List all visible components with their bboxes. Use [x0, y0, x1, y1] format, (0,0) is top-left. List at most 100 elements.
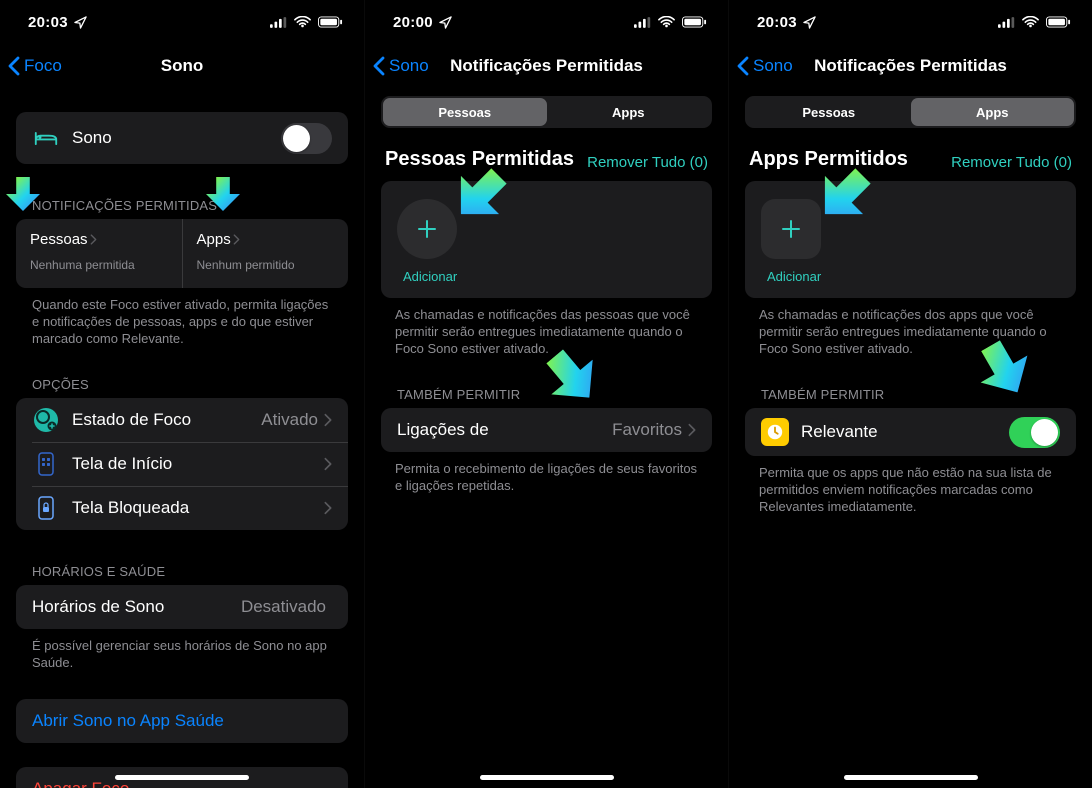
- delete-focus-label: Apagar Foco: [32, 779, 332, 788]
- apps-footer: As chamadas e notificações dos apps que …: [729, 298, 1092, 357]
- home-indicator[interactable]: [844, 775, 978, 780]
- option-lock-screen[interactable]: Tela Bloqueada: [16, 486, 348, 530]
- sleep-schedule-label: Horários de Sono: [32, 597, 241, 617]
- option-focus-status-label: Estado de Foco: [72, 410, 261, 430]
- time-sensitive-icon: [761, 418, 789, 446]
- cellular-icon: [998, 17, 1016, 28]
- section-title: Apps Permitidos: [749, 148, 908, 171]
- cellular-icon: [634, 17, 652, 28]
- wifi-icon: [294, 16, 311, 28]
- battery-icon: [317, 16, 344, 28]
- location-icon: [74, 16, 87, 29]
- screen-sono: 20:03 Foco Sono Sono: [0, 0, 364, 788]
- section-header-schedule: HORÁRIOS E SAÚDE: [0, 558, 364, 585]
- chevron-left-icon: [737, 56, 749, 76]
- wifi-icon: [1022, 16, 1039, 28]
- add-person-button[interactable]: [397, 199, 457, 259]
- segment-people[interactable]: Pessoas: [747, 98, 911, 126]
- allowed-people-subtitle: Nenhuma permitida: [30, 258, 168, 272]
- nav-bar: Foco Sono: [0, 44, 364, 88]
- time-sensitive-label: Relevante: [801, 422, 1009, 442]
- allowed-people-card: Adicionar: [381, 181, 712, 298]
- allowed-apps-card: Adicionar: [745, 181, 1076, 298]
- home-screen-icon: [32, 450, 60, 478]
- option-home-screen[interactable]: Tela de Início: [16, 442, 348, 486]
- back-label: Sono: [753, 56, 793, 76]
- segment-people-label: Pessoas: [438, 105, 491, 120]
- allowed-apps-subtitle: Nenhum permitido: [197, 258, 335, 272]
- back-label: Sono: [389, 56, 429, 76]
- sleep-schedule-row[interactable]: Horários de Sono Desativado: [16, 585, 348, 629]
- plus-icon: [780, 218, 802, 240]
- schedule-footer: É possível gerenciar seus horários de So…: [0, 629, 364, 671]
- status-bar: 20:00: [365, 0, 728, 44]
- battery-icon: [1045, 16, 1072, 28]
- status-time: 20:03: [757, 14, 797, 31]
- back-button[interactable]: Foco: [0, 56, 62, 76]
- focus-name: Sono: [72, 128, 281, 148]
- home-indicator[interactable]: [115, 775, 249, 780]
- segment-people[interactable]: Pessoas: [383, 98, 547, 126]
- status-time: 20:03: [28, 14, 68, 31]
- section-header-also-allow: TAMBÉM PERMITIR: [365, 381, 728, 408]
- status-icons: [998, 16, 1072, 28]
- option-lock-screen-label: Tela Bloqueada: [72, 498, 324, 518]
- focus-toggle-row[interactable]: Sono: [16, 112, 348, 164]
- time-sensitive-footer: Permita que os apps que não estão na sua…: [729, 456, 1092, 515]
- chevron-right-icon: [688, 423, 696, 437]
- section-header-notifications: NOTIFICAÇÕES PERMITIDAS: [0, 192, 364, 219]
- segmented-control: Pessoas Apps: [381, 96, 712, 128]
- focus-toggle[interactable]: [281, 123, 332, 154]
- option-focus-status-value: Ativado: [261, 410, 318, 430]
- focus-status-icon: [32, 406, 60, 434]
- remove-all-button[interactable]: Remover Tudo (0): [587, 154, 708, 171]
- home-indicator[interactable]: [480, 775, 614, 780]
- calls-from-value: Favoritos: [612, 420, 682, 440]
- plus-icon: [416, 218, 438, 240]
- segment-apps[interactable]: Apps: [911, 98, 1075, 126]
- notifications-footer: Quando este Foco estiver ativado, permit…: [0, 288, 364, 347]
- open-health-button[interactable]: Abrir Sono no App Saúde: [16, 699, 348, 743]
- location-icon: [439, 16, 452, 29]
- chevron-right-icon: [90, 234, 97, 245]
- location-icon: [803, 16, 816, 29]
- segment-apps[interactable]: Apps: [547, 98, 711, 126]
- section-header-options: OPÇÕES: [0, 371, 364, 398]
- section-header-also-allow: TAMBÉM PERMITIR: [729, 381, 1092, 408]
- time-sensitive-row[interactable]: Relevante: [745, 408, 1076, 456]
- battery-icon: [681, 16, 708, 28]
- open-health-label: Abrir Sono no App Saúde: [32, 711, 332, 731]
- nav-bar: Sono Notificações Permitidas: [729, 44, 1092, 88]
- time-sensitive-toggle[interactable]: [1009, 417, 1060, 448]
- chevron-right-icon: [233, 234, 240, 245]
- back-button[interactable]: Sono: [729, 56, 793, 76]
- people-footer: As chamadas e notificações das pessoas q…: [365, 298, 728, 357]
- segment-people-label: Pessoas: [802, 105, 855, 120]
- status-icons: [270, 16, 344, 28]
- back-label: Foco: [24, 56, 62, 76]
- bed-icon: [32, 124, 60, 152]
- section-title: Pessoas Permitidas: [385, 148, 574, 171]
- add-app-button[interactable]: [761, 199, 821, 259]
- chevron-left-icon: [8, 56, 20, 76]
- chevron-right-icon: [324, 413, 332, 427]
- allowed-people-label: Pessoas: [30, 231, 88, 248]
- status-icons: [634, 16, 708, 28]
- cellular-icon: [270, 17, 288, 28]
- back-button[interactable]: Sono: [365, 56, 429, 76]
- option-home-screen-label: Tela de Início: [72, 454, 324, 474]
- add-app-label: Adicionar: [767, 269, 821, 284]
- add-person-label: Adicionar: [403, 269, 457, 284]
- chevron-right-icon: [324, 457, 332, 471]
- allowed-notifications-panel: Pessoas Nenhuma permitida Apps Nenhum pe…: [16, 219, 348, 288]
- lock-screen-icon: [32, 494, 60, 522]
- allowed-apps-button[interactable]: Apps Nenhum permitido: [182, 219, 349, 288]
- calls-footer: Permita o recebimento de ligações de seu…: [365, 452, 728, 494]
- segmented-control: Pessoas Apps: [745, 96, 1076, 128]
- options-group: Estado de Foco Ativado Tela de Início Te…: [16, 398, 348, 530]
- allowed-people-button[interactable]: Pessoas Nenhuma permitida: [16, 219, 182, 288]
- calls-from-row[interactable]: Ligações de Favoritos: [381, 408, 712, 452]
- segment-apps-label: Apps: [976, 105, 1009, 120]
- option-focus-status[interactable]: Estado de Foco Ativado: [16, 398, 348, 442]
- remove-all-button[interactable]: Remover Tudo (0): [951, 154, 1072, 171]
